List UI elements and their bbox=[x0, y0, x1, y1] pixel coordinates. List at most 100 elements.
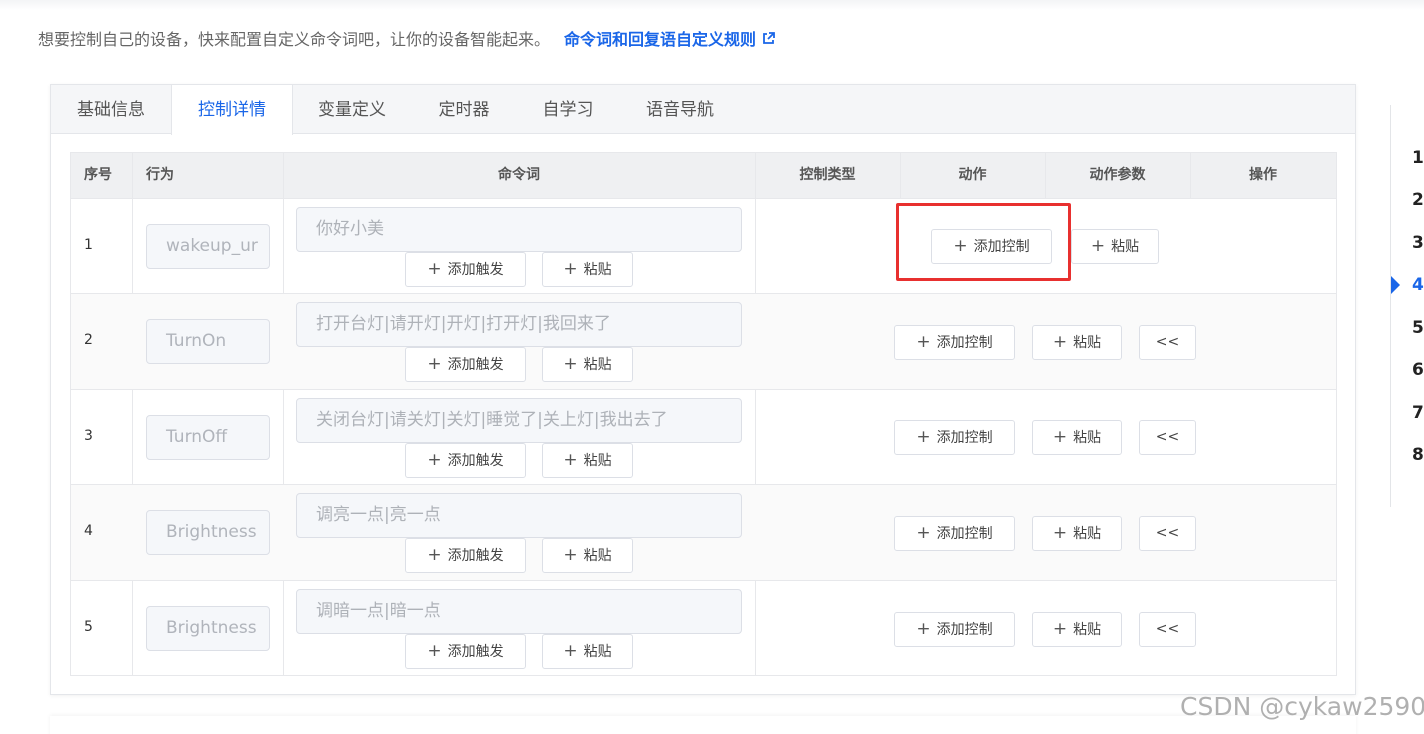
behavior-field[interactable]: TurnOn bbox=[146, 319, 270, 364]
behavior-field[interactable]: wakeup_ur bbox=[146, 224, 270, 269]
tab-self-learning[interactable]: 自学习 bbox=[519, 85, 617, 134]
control-panel: 基础信息 控制详情 变量定义 定时器 自学习 语音导航 序号 行为 命令词 控制… bbox=[50, 84, 1356, 695]
header-action: 动作 bbox=[958, 167, 987, 183]
plus-icon: + bbox=[1052, 523, 1068, 543]
add-trigger-button[interactable]: + 添加触发 bbox=[405, 252, 526, 287]
plus-icon: + bbox=[563, 354, 578, 374]
paste-trigger-button[interactable]: + 粘贴 bbox=[542, 252, 633, 287]
header-divider bbox=[900, 153, 901, 198]
plus-icon: + bbox=[916, 523, 931, 543]
bottom-card bbox=[50, 716, 1356, 734]
table-row: 2 TurnOn 打开台灯|请开灯|开灯|打开灯|我回来了 + 添加触发 + 粘贴 … bbox=[71, 293, 1336, 389]
anchor-item-6[interactable]: 6 bbox=[1412, 360, 1424, 380]
tab-voice-navigation[interactable]: 语音导航 bbox=[629, 85, 731, 134]
external-link-icon[interactable] bbox=[762, 31, 775, 49]
anchor-item-5[interactable]: 5 bbox=[1412, 318, 1424, 338]
collapse-button[interactable]: << bbox=[1139, 325, 1196, 360]
plus-icon: + bbox=[916, 332, 931, 352]
control-table: 序号 行为 命令词 控制类型 动作 动作参数 操作 1 wakeup_ur 你好… bbox=[70, 152, 1337, 676]
add-trigger-button[interactable]: + 添加触发 bbox=[405, 538, 526, 573]
tab-timer[interactable]: 定时器 bbox=[417, 85, 511, 134]
plus-icon: + bbox=[427, 450, 442, 470]
command-field[interactable]: 打开台灯|请开灯|开灯|打开灯|我回来了 bbox=[296, 302, 742, 347]
plus-icon: + bbox=[427, 259, 442, 279]
row-index: 5 bbox=[84, 619, 93, 635]
add-control-button[interactable]: + 添加控制 bbox=[894, 325, 1015, 360]
paste-action-button[interactable]: + 粘贴 bbox=[1032, 516, 1122, 551]
command-field[interactable]: 调亮一点|亮一点 bbox=[296, 493, 742, 538]
command-field[interactable]: 关闭台灯|请关灯|关灯|睡觉了|关上灯|我出去了 bbox=[296, 398, 742, 443]
paste-action-button[interactable]: + 粘贴 bbox=[1032, 420, 1122, 455]
plus-icon: + bbox=[427, 641, 442, 661]
highlight-box bbox=[896, 203, 1071, 281]
plus-icon: + bbox=[427, 354, 442, 374]
paste-action-button[interactable]: + 粘贴 bbox=[1032, 612, 1122, 647]
plus-icon: + bbox=[563, 641, 578, 661]
anchor-item-2[interactable]: 2 bbox=[1412, 190, 1424, 210]
watermark: CSDN @cykaw2590 bbox=[1180, 692, 1424, 721]
table-row: 3 TurnOff 关闭台灯|请关灯|关灯|睡觉了|关上灯|我出去了 + 添加触发… bbox=[71, 389, 1336, 485]
header-index: 序号 bbox=[84, 167, 112, 183]
anchor-nav-track bbox=[1390, 105, 1391, 507]
command-field[interactable]: 调暗一点|暗一点 bbox=[296, 589, 742, 634]
collapse-button[interactable]: << bbox=[1139, 420, 1196, 455]
intro-text: 想要控制自己的设备，快来配置自定义命令词吧，让你的设备智能起来。 bbox=[38, 30, 551, 49]
header-divider bbox=[1190, 153, 1191, 198]
plus-icon: + bbox=[1052, 427, 1068, 447]
plus-icon: + bbox=[1052, 332, 1068, 352]
anchor-item-7[interactable]: 7 bbox=[1412, 403, 1424, 423]
anchor-item-8[interactable]: 8 bbox=[1412, 445, 1424, 465]
command-field[interactable]: 你好小美 bbox=[296, 207, 742, 252]
row-index: 1 bbox=[84, 237, 93, 253]
rules-link[interactable]: 命令词和回复语自定义规则 bbox=[564, 30, 756, 49]
add-trigger-button[interactable]: + 添加触发 bbox=[405, 443, 526, 478]
header-command: 命令词 bbox=[498, 167, 540, 183]
plus-icon: + bbox=[563, 259, 578, 279]
table-header: 序号 行为 命令词 控制类型 动作 动作参数 操作 bbox=[71, 153, 1336, 198]
row-index: 2 bbox=[84, 332, 93, 348]
paste-action-button[interactable]: + 粘贴 bbox=[1071, 229, 1159, 264]
header-divider bbox=[1045, 153, 1046, 198]
header-operation: 操作 bbox=[1249, 167, 1277, 183]
behavior-field[interactable]: Brightness bbox=[146, 606, 270, 651]
top-shadow bbox=[0, 0, 1424, 10]
table-row: 1 wakeup_ur 你好小美 + 添加触发 + 粘贴 + 添加控制 + 粘贴 bbox=[71, 198, 1336, 294]
paste-trigger-button[interactable]: + 粘贴 bbox=[542, 443, 633, 478]
collapse-button[interactable]: << bbox=[1139, 612, 1196, 647]
table-row: 5 Brightness 调暗一点|暗一点 + 添加触发 + 粘贴 + 添加控制 + 粘… bbox=[71, 580, 1336, 676]
paste-trigger-button[interactable]: + 粘贴 bbox=[542, 347, 633, 382]
behavior-field[interactable]: Brightness bbox=[146, 510, 270, 555]
active-anchor-marker bbox=[1391, 276, 1400, 294]
add-control-button[interactable]: + 添加控制 bbox=[894, 612, 1015, 647]
intro-line: 想要控制自己的设备，快来配置自定义命令词吧，让你的设备智能起来。 命令词和回复语自… bbox=[38, 26, 775, 50]
row-index: 4 bbox=[84, 523, 93, 539]
paste-trigger-button[interactable]: + 粘贴 bbox=[542, 538, 633, 573]
paste-action-button[interactable]: + 粘贴 bbox=[1032, 325, 1122, 360]
tab-variable-definition[interactable]: 变量定义 bbox=[295, 85, 409, 134]
collapse-button[interactable]: << bbox=[1139, 516, 1196, 551]
header-action-params: 动作参数 bbox=[1089, 167, 1146, 183]
add-control-button[interactable]: + 添加控制 bbox=[894, 420, 1015, 455]
plus-icon: + bbox=[916, 619, 931, 639]
add-trigger-button[interactable]: + 添加触发 bbox=[405, 634, 526, 669]
anchor-item-1[interactable]: 1 bbox=[1412, 148, 1424, 168]
plus-icon: + bbox=[1052, 619, 1068, 639]
header-behavior: 行为 bbox=[146, 167, 174, 183]
plus-icon: + bbox=[563, 545, 578, 565]
add-trigger-button[interactable]: + 添加触发 bbox=[405, 347, 526, 382]
plus-icon: + bbox=[1090, 236, 1106, 256]
behavior-field[interactable]: TurnOff bbox=[146, 415, 270, 460]
tab-bar: 基础信息 控制详情 变量定义 定时器 自学习 语音导航 bbox=[51, 85, 1355, 135]
header-control-type: 控制类型 bbox=[799, 167, 856, 183]
paste-trigger-button[interactable]: + 粘贴 bbox=[542, 634, 633, 669]
table-row: 4 Brightness 调亮一点|亮一点 + 添加触发 + 粘贴 + 添加控制 + 粘… bbox=[71, 484, 1336, 580]
plus-icon: + bbox=[563, 450, 578, 470]
anchor-item-4[interactable]: 4 bbox=[1412, 275, 1424, 295]
tab-basic-info[interactable]: 基础信息 bbox=[51, 85, 171, 134]
plus-icon: + bbox=[427, 545, 442, 565]
plus-icon: + bbox=[916, 427, 931, 447]
row-index: 3 bbox=[84, 428, 93, 444]
anchor-item-3[interactable]: 3 bbox=[1412, 233, 1424, 253]
tab-control-details[interactable]: 控制详情 bbox=[171, 85, 293, 135]
add-control-button[interactable]: + 添加控制 bbox=[894, 516, 1015, 551]
